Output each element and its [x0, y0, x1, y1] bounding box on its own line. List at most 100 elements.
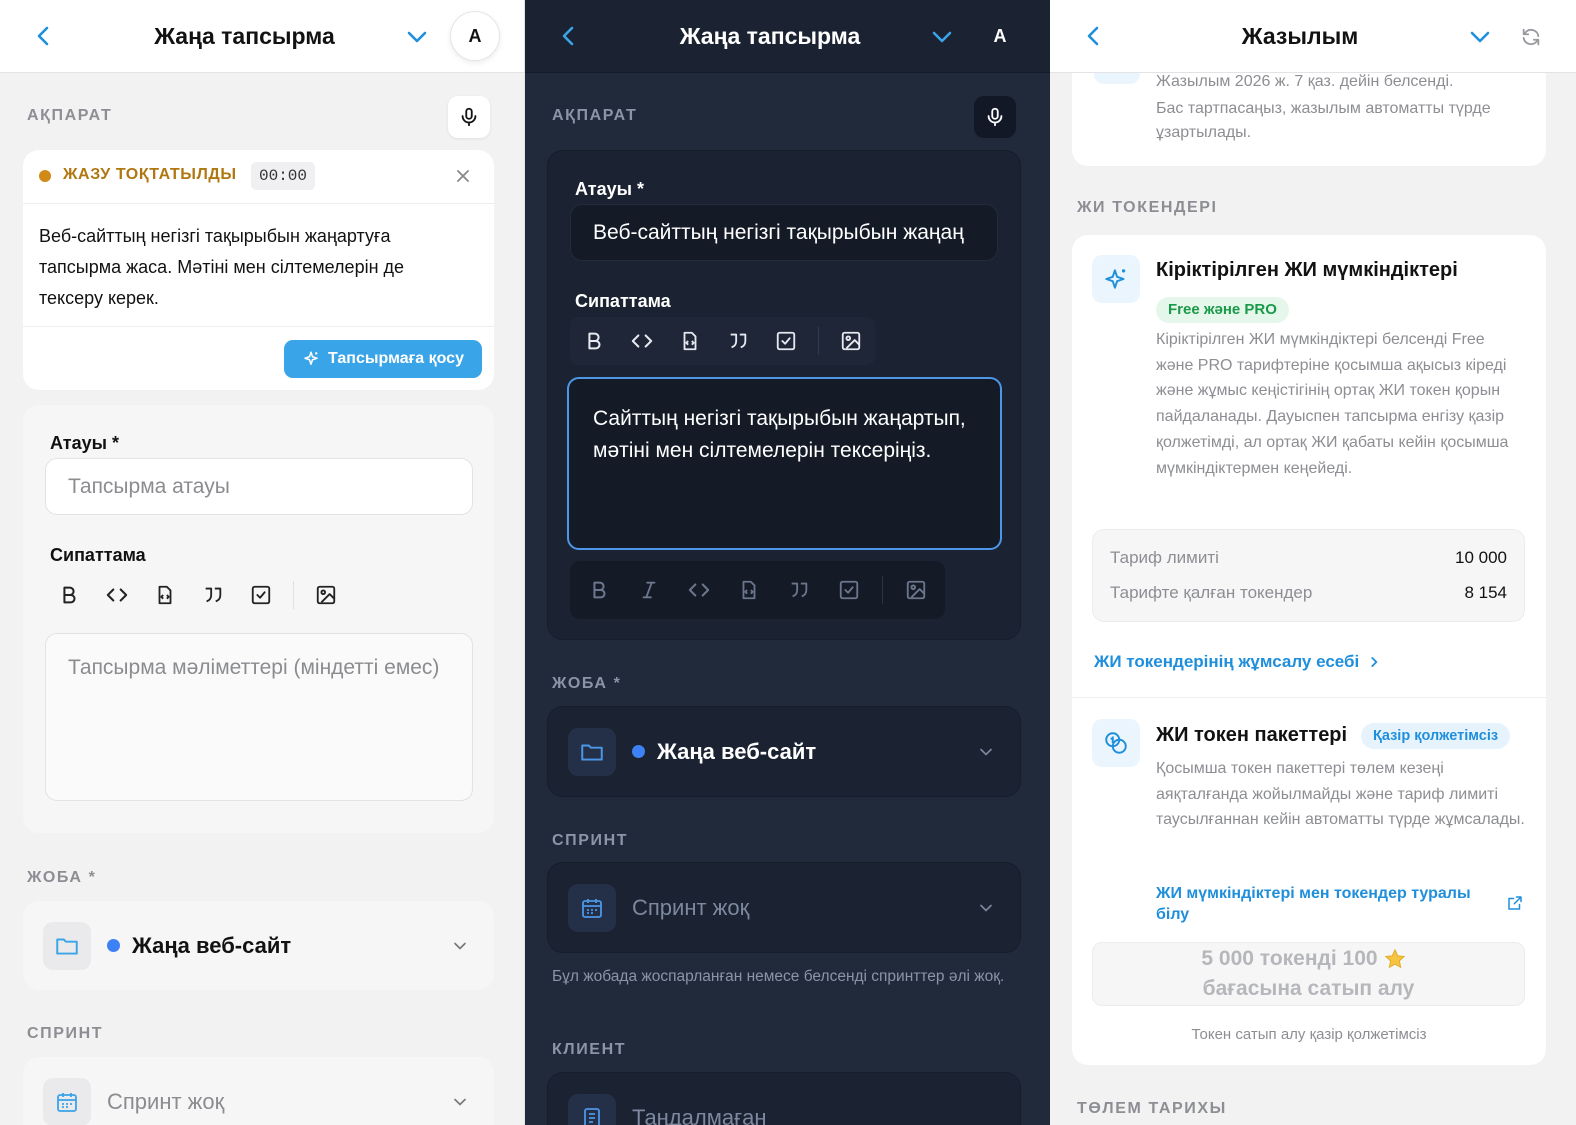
unavailable-badge: Қазір қолжетімсіз: [1361, 723, 1511, 749]
code-icon[interactable]: [618, 317, 666, 365]
code-file-icon[interactable]: [141, 571, 189, 619]
panel-subscription: Жазылым 2026 ж. 7 қаз. дейін белсенді. Б…: [1050, 0, 1576, 1125]
external-link-icon[interactable]: [1506, 894, 1524, 912]
bold-icon[interactable]: [574, 566, 624, 614]
close-icon[interactable]: [451, 164, 475, 188]
toolbar-separator: [818, 327, 819, 355]
usage-report-link[interactable]: ЖИ токендерінің жұмсалу есебі: [1094, 652, 1381, 672]
section-sprint-label: СПРИНТ: [552, 832, 629, 849]
project-select[interactable]: Жаңа веб-сайт: [23, 901, 494, 990]
panel-new-task-light: Жаңа тапсырма A АҚПАРАТ ЖАЗУ ТОҚТАТЫЛДЫ …: [0, 0, 525, 1125]
calendar-icon: [568, 883, 616, 932]
chevron-right-icon: [1367, 655, 1381, 669]
builtin-ai-title: Кіріктірілген ЖИ мүмкіндіктері: [1156, 259, 1458, 281]
token-packs-title: ЖИ токен пакеттері: [1156, 724, 1348, 746]
subscription-active-text: Жазылым 2026 ж. 7 қаз. дейін белсенді.: [1156, 73, 1454, 90]
italic-icon[interactable]: [624, 566, 674, 614]
sparkle-icon: [1092, 255, 1140, 303]
token-limits-box: Тариф лимиті 10 000 Тарифте қалған токен…: [1092, 529, 1525, 622]
page-title: Жаңа тапсырма: [679, 22, 861, 49]
buy-button-amount: 5 000 токенді 100: [1201, 947, 1378, 970]
code-icon[interactable]: [93, 571, 141, 619]
page-title: Жаңа тапсырма: [154, 22, 335, 49]
section-project-label: ЖОБА *: [552, 675, 622, 692]
sprint-select[interactable]: Спринт жоқ: [547, 862, 1021, 953]
dropdown-chevron-icon[interactable]: [404, 24, 430, 50]
code-file-icon[interactable]: [724, 566, 774, 614]
sprint-value: Спринт жоқ: [632, 894, 750, 920]
project-color-dot: [632, 745, 645, 758]
section-info-label: АҚПАРАТ: [552, 107, 638, 124]
dropdown-chevron-icon[interactable]: [1467, 24, 1493, 50]
back-chevron-icon[interactable]: [30, 22, 58, 50]
description-textarea[interactable]: Сайттың негізгі тақырыбын жаңартып, мәті…: [567, 377, 1002, 550]
add-to-task-label: Тапсырмаға қосу: [328, 350, 464, 367]
bold-icon[interactable]: [570, 317, 618, 365]
sparkle-icon: [302, 350, 320, 368]
checkbox-icon[interactable]: [237, 571, 285, 619]
buy-button-label: бағасына сатып алу: [1202, 977, 1415, 1000]
description-label: Сипаттама: [575, 291, 671, 311]
remaining-tokens-label: Тарифте қалған токендер: [1110, 583, 1313, 602]
quote-icon[interactable]: [774, 566, 824, 614]
section-client-label: КЛИЕНТ: [552, 1041, 627, 1058]
top-bar: Жаңа тапсырма A: [0, 0, 524, 73]
section-sprint-label: СПРИНТ: [27, 1025, 104, 1042]
code-file-icon[interactable]: [666, 317, 714, 365]
refresh-icon[interactable]: [1518, 24, 1544, 50]
back-chevron-icon[interactable]: [555, 22, 583, 50]
avatar[interactable]: A: [450, 11, 500, 61]
name-input[interactable]: Веб-сайттың негізгі тақырыбын жаңаң: [570, 204, 998, 261]
panel-new-task-dark: Жаңа тапсырма A АҚПАРАТ Атауы * Веб-сайт…: [525, 0, 1050, 1125]
avatar[interactable]: A: [975, 11, 1025, 61]
checkbox-icon[interactable]: [762, 317, 810, 365]
description-textarea[interactable]: Тапсырма мәліметтері (міндетті емес): [45, 633, 473, 801]
section-info-label: АҚПАРАТ: [27, 107, 113, 124]
image-icon[interactable]: [302, 571, 350, 619]
ai-tokens-card: Кіріктірілген ЖИ мүмкіндіктері Free және…: [1072, 235, 1546, 1065]
microphone-icon[interactable]: [974, 96, 1016, 138]
sprint-value: Спринт жоқ: [107, 1088, 225, 1114]
client-icon: [568, 1093, 616, 1125]
transcript-text: Веб-сайттың негізгі тақырыбын жаңартуға …: [39, 226, 405, 308]
back-chevron-icon[interactable]: [1080, 22, 1108, 50]
toolbar-separator: [293, 581, 294, 609]
dropdown-chevron-icon[interactable]: [929, 24, 955, 50]
divider: [23, 203, 494, 204]
quote-icon[interactable]: [189, 571, 237, 619]
image-icon[interactable]: [891, 566, 941, 614]
formatting-toolbar-bottom: [570, 561, 945, 619]
star-icon: [1384, 948, 1406, 970]
learn-more-link[interactable]: ЖИ мүмкіндіктері мен токендер туралы біл…: [1156, 883, 1491, 925]
microphone-icon[interactable]: [448, 96, 490, 138]
builtin-ai-description: Кіріктірілген ЖИ мүмкіндіктері белсенді …: [1156, 331, 1509, 477]
description-label: Сипаттама: [50, 545, 146, 565]
checkbox-icon[interactable]: [824, 566, 874, 614]
buy-tokens-button[interactable]: 5 000 токенді 100 бағасына сатып алу: [1092, 942, 1525, 1006]
task-form-card: Атауы * Тапсырма атауы Сипаттама Тапсырм…: [23, 405, 494, 833]
client-select[interactable]: Таңдалмаған: [547, 1072, 1021, 1125]
bold-icon[interactable]: [45, 571, 93, 619]
buy-note: Токен сатып алу қазір қолжетімсіз: [1191, 1026, 1427, 1043]
section-project-label: ЖОБА *: [27, 869, 97, 886]
coins-icon: [1092, 719, 1140, 767]
code-icon[interactable]: [674, 566, 724, 614]
divider: [1072, 697, 1546, 698]
add-to-task-button[interactable]: Тапсырмаға қосу: [284, 340, 482, 378]
quote-icon[interactable]: [714, 317, 762, 365]
formatting-toolbar-top: [570, 317, 875, 365]
top-bar: Жазылым: [1050, 0, 1576, 73]
page-title: Жазылым: [1241, 22, 1359, 49]
name-input[interactable]: Тапсырма атауы: [45, 458, 473, 515]
sprint-select[interactable]: Спринт жоқ: [23, 1057, 494, 1125]
chevron-down-icon: [450, 936, 470, 956]
section-payment-history-label: ТӨЛЕМ ТАРИХЫ: [1077, 1100, 1227, 1117]
client-value: Таңдалмаған: [632, 1104, 767, 1125]
name-label: Атауы *: [50, 433, 119, 453]
sprint-hint: Бұл жобада жоспарланған немесе белсенді …: [552, 968, 1005, 985]
project-select[interactable]: Жаңа веб-сайт: [547, 706, 1021, 797]
divider: [23, 326, 494, 327]
formatting-toolbar: [45, 571, 350, 619]
image-icon[interactable]: [827, 317, 875, 365]
chevron-down-icon: [976, 742, 996, 762]
